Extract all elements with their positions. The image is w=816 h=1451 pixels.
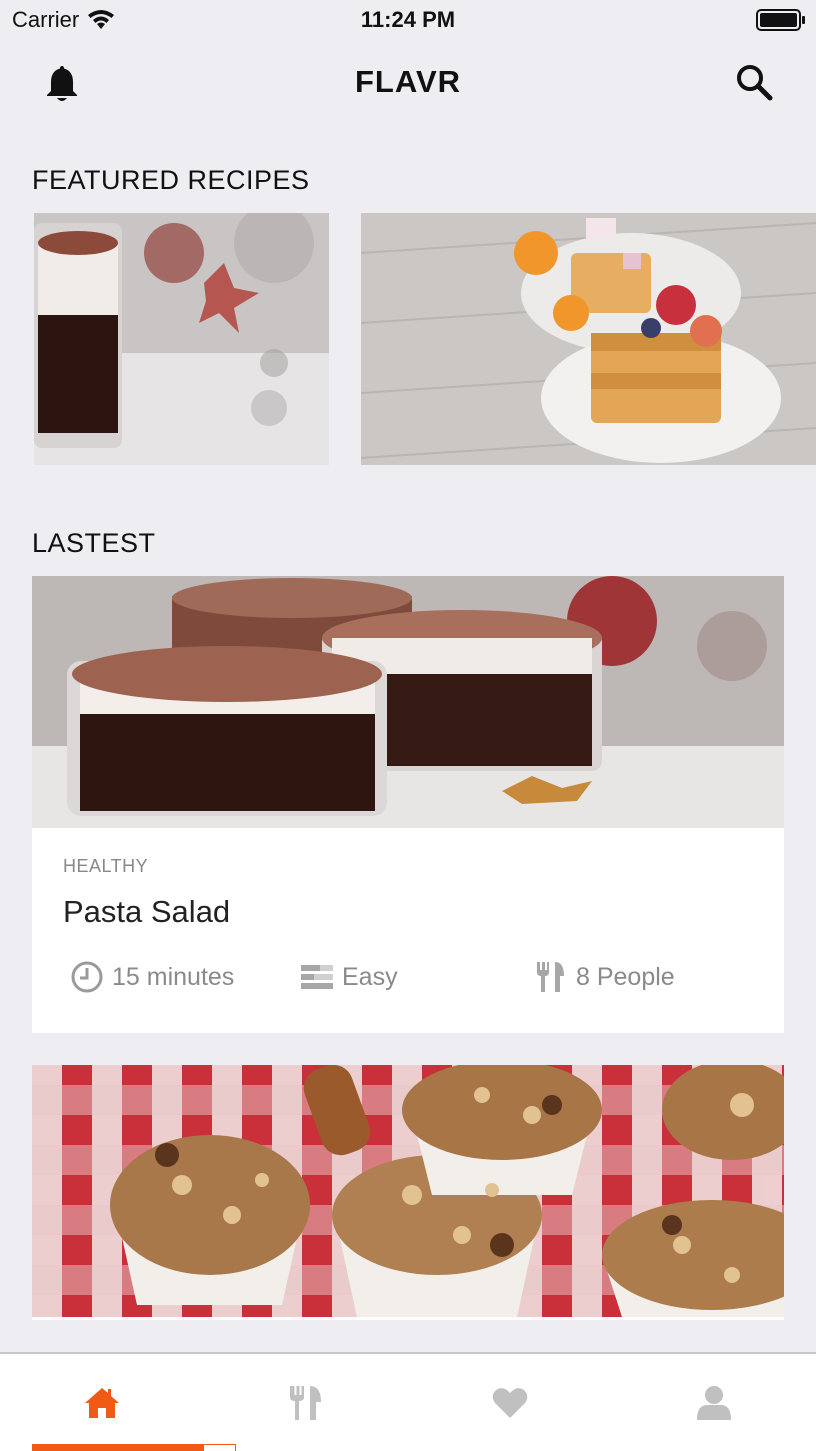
active-tab-indicator <box>32 1444 204 1451</box>
search-icon[interactable] <box>734 62 774 102</box>
active-tab-indicator-edge <box>204 1444 236 1451</box>
recipe-title[interactable]: Pasta Salad <box>63 894 230 930</box>
featured-recipe-card[interactable] <box>34 213 329 465</box>
difficulty-bars-icon <box>301 965 333 989</box>
hot-chocolate-image <box>34 213 329 465</box>
latest-section-title: LASTEST <box>32 528 156 558</box>
recipe-difficulty-label: Easy <box>342 962 398 991</box>
recipe-card[interactable]: HEALTHY Pasta Salad 15 minutes Easy 8 Pe… <box>32 576 784 1033</box>
recipe-card[interactable] <box>32 1065 784 1320</box>
featured-carousel[interactable] <box>0 213 816 465</box>
recipe-category: HEALTHY <box>63 856 149 876</box>
featured-section-title: FEATURED RECIPES <box>32 165 310 195</box>
battery-icon <box>756 9 805 31</box>
recipe-servings: 8 People <box>534 960 675 994</box>
status-time: 11:24 PM <box>360 7 456 32</box>
utensils-icon <box>537 962 564 992</box>
recipe-difficulty: Easy <box>300 960 398 994</box>
tab-recipes[interactable] <box>204 1354 408 1451</box>
tab-home[interactable] <box>0 1354 204 1451</box>
status-bar: Carrier 11:24 PM <box>0 0 816 40</box>
heart-icon <box>492 1387 528 1418</box>
waffles-image <box>361 213 816 465</box>
hot-chocolate-cups-image <box>32 576 784 828</box>
navigation-bar: FLAVR <box>0 40 816 128</box>
tab-bar <box>0 1352 816 1451</box>
featured-recipe-card[interactable] <box>361 213 816 465</box>
user-icon <box>697 1385 731 1420</box>
recipe-time: 15 minutes <box>70 960 234 994</box>
recipe-time-label: 15 minutes <box>112 962 235 991</box>
app-title: FLAVR <box>354 64 462 99</box>
clock-icon <box>71 961 103 993</box>
tab-favorites[interactable] <box>408 1354 612 1451</box>
recipe-servings-label: 8 People <box>576 962 675 991</box>
home-icon <box>85 1387 119 1418</box>
muffins-image <box>32 1065 784 1317</box>
tab-profile[interactable] <box>612 1354 816 1451</box>
utensils-icon <box>290 1385 321 1420</box>
